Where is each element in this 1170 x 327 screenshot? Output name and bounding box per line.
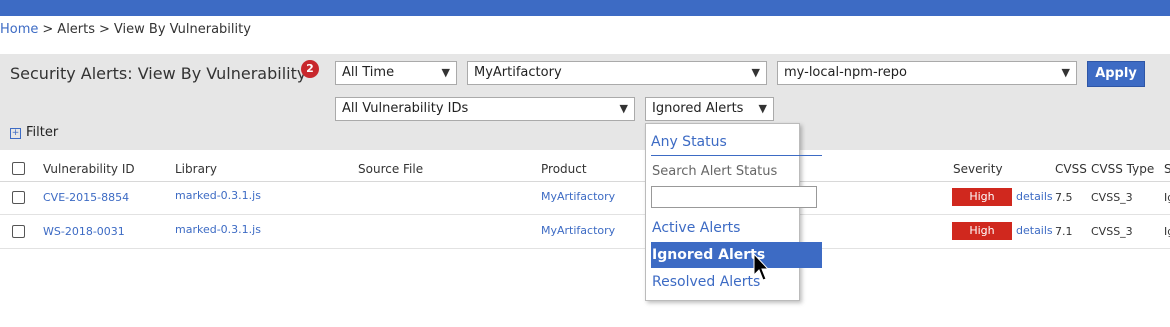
vulnerability-id-value: All Vulnerability IDs xyxy=(342,101,469,116)
page-title: Security Alerts: View By Vulnerability xyxy=(10,64,307,83)
column-header[interactable]: CVSS xyxy=(1055,162,1087,176)
alert-status-select[interactable]: Ignored Alerts ▼ xyxy=(645,97,774,121)
time-range-select[interactable]: All Time ▼ xyxy=(335,61,457,85)
library-link[interactable]: marked-0.3.1.js xyxy=(175,189,261,202)
column-header[interactable]: Product xyxy=(541,162,587,176)
table-row[interactable]: WS-2018-0031 marked-0.3.1.js MyArtifacto… xyxy=(0,215,1170,249)
apply-button[interactable]: Apply xyxy=(1087,61,1145,87)
any-status-option[interactable]: Any Status xyxy=(651,134,727,150)
chevron-down-icon: ▼ xyxy=(441,66,450,79)
chevron-down-icon: ▼ xyxy=(1061,66,1070,79)
column-header[interactable]: Library xyxy=(175,162,217,176)
severity-badge: High xyxy=(952,222,1012,240)
vulnerability-id-link[interactable]: WS-2018-0031 xyxy=(43,225,125,238)
chevron-down-icon: ▼ xyxy=(751,66,760,79)
breadcrumb-alerts: Alerts xyxy=(57,22,96,37)
filter-label: Filter xyxy=(26,125,59,140)
select-all-checkbox[interactable] xyxy=(12,162,25,175)
breadcrumb-current: View By Vulnerability xyxy=(113,22,251,37)
library-link[interactable]: marked-0.3.1.js xyxy=(175,223,261,236)
status-option-resolved[interactable]: Resolved Alerts xyxy=(651,269,822,295)
column-header[interactable]: Severity xyxy=(953,162,1003,176)
status-cell: Ig xyxy=(1164,191,1170,204)
breadcrumb-separator: > xyxy=(99,22,110,37)
breadcrumb-separator: > xyxy=(42,22,54,37)
organization-select[interactable]: MyArtifactory ▼ xyxy=(467,61,767,85)
details-link[interactable]: details xyxy=(1016,190,1053,203)
vulnerability-id-select[interactable]: All Vulnerability IDs ▼ xyxy=(335,97,635,121)
breadcrumb-home[interactable]: Home xyxy=(0,22,38,37)
row-checkbox[interactable] xyxy=(12,191,25,204)
alert-status-value: Ignored Alerts xyxy=(652,101,744,116)
alert-status-dropdown: Any Status Search Alert Status Active Al… xyxy=(645,123,822,301)
table-header: Vulnerability ID Library Source File Pro… xyxy=(0,158,1170,180)
search-status-label: Search Alert Status xyxy=(652,164,778,179)
cvss-type: CVSS_3 xyxy=(1091,225,1133,238)
column-header[interactable]: Vulnerability ID xyxy=(43,162,135,176)
chevron-down-icon: ▼ xyxy=(758,102,767,115)
mouse-pointer-icon xyxy=(753,253,769,281)
alert-count-badge: 2 xyxy=(301,60,319,78)
expand-plus-icon: + xyxy=(10,128,21,139)
row-checkbox[interactable] xyxy=(12,225,25,238)
top-bar xyxy=(0,0,1170,16)
status-option-active[interactable]: Active Alerts xyxy=(651,215,822,241)
cvss-type: CVSS_3 xyxy=(1091,191,1133,204)
cvss-score: 7.1 xyxy=(1055,225,1073,238)
column-header[interactable]: S xyxy=(1164,162,1170,176)
column-header[interactable]: CVSS Type xyxy=(1091,162,1154,176)
details-link[interactable]: details xyxy=(1016,224,1053,237)
breadcrumb: Home > Alerts > View By Vulnerability xyxy=(0,22,251,37)
filter-toggle[interactable]: + Filter xyxy=(10,125,58,140)
repository-value: my-local-npm-repo xyxy=(784,65,907,80)
table-row[interactable]: CVE-2015-8854 marked-0.3.1.js MyArtifact… xyxy=(0,181,1170,215)
dropdown-divider xyxy=(651,155,822,156)
organization-value: MyArtifactory xyxy=(474,65,562,80)
column-header[interactable]: Source File xyxy=(358,162,423,176)
time-range-value: All Time xyxy=(342,65,395,80)
status-cell: Ig xyxy=(1164,225,1170,238)
severity-badge: High xyxy=(952,188,1012,206)
product-link[interactable]: MyArtifactory xyxy=(541,190,615,203)
product-link[interactable]: MyArtifactory xyxy=(541,224,615,237)
vulnerability-id-link[interactable]: CVE-2015-8854 xyxy=(43,191,129,204)
status-option-ignored[interactable]: Ignored Alerts xyxy=(651,242,822,268)
cvss-score: 7.5 xyxy=(1055,191,1073,204)
repository-select[interactable]: my-local-npm-repo ▼ xyxy=(777,61,1077,85)
chevron-down-icon: ▼ xyxy=(619,102,628,115)
search-status-input[interactable] xyxy=(651,186,817,208)
